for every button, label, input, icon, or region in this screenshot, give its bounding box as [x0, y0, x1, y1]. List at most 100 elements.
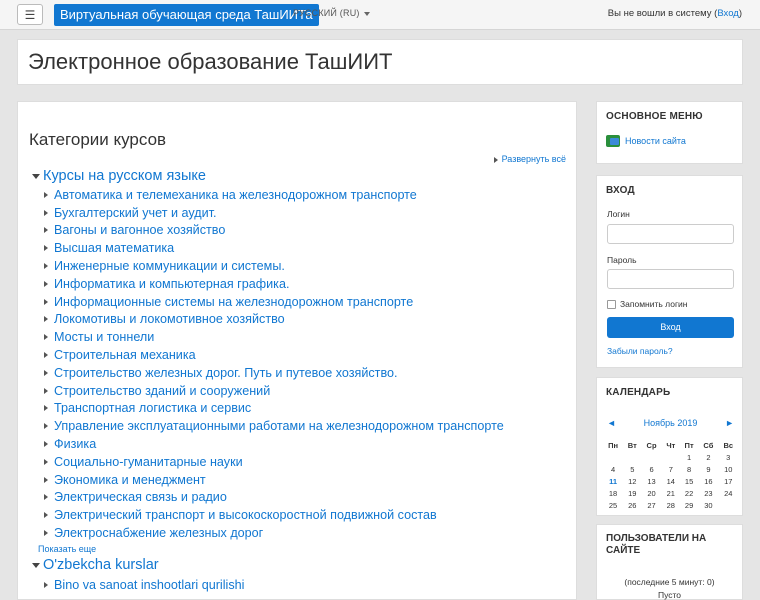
- calendar-day[interactable]: 26: [623, 499, 641, 511]
- triangle-right-icon: [44, 387, 48, 394]
- triangle-down-icon: [32, 173, 40, 179]
- course-link[interactable]: Строительная механика: [54, 348, 196, 362]
- course-link[interactable]: Информатика и компьютерная графика.: [54, 277, 289, 291]
- login-link[interactable]: Вход: [717, 8, 739, 19]
- course-item[interactable]: Социально-гуманитарные науки: [40, 453, 504, 471]
- course-link[interactable]: Инженерные коммуникации и системы.: [54, 259, 285, 273]
- course-item[interactable]: Электрическая связь и радио: [40, 489, 504, 507]
- calendar-day[interactable]: 18: [603, 487, 623, 499]
- course-link[interactable]: Локомотивы и локомотивное хозяйство: [54, 312, 285, 326]
- calendar-day[interactable]: 22: [680, 487, 698, 499]
- calendar-day[interactable]: 20: [641, 487, 661, 499]
- course-item[interactable]: Автоматика и телемеханика на железнодоро…: [40, 186, 504, 204]
- calendar-day[interactable]: 21: [662, 487, 680, 499]
- calendar-day[interactable]: 16: [698, 476, 718, 488]
- calendar-day[interactable]: 28: [662, 499, 680, 511]
- course-link[interactable]: Физика: [54, 437, 96, 451]
- next-month-icon[interactable]: ►: [725, 418, 734, 428]
- course-item[interactable]: Строительная механика: [40, 346, 504, 364]
- course-link[interactable]: Бухгалтерский учет и аудит.: [54, 206, 217, 220]
- course-link[interactable]: Вагоны и вагонное хозяйство: [54, 223, 225, 237]
- site-name-link[interactable]: Виртуальная обучающая среда ТашИИТа: [54, 4, 319, 26]
- calendar-day[interactable]: 4: [603, 464, 623, 476]
- course-item[interactable]: Инженерные коммуникации и системы.: [40, 257, 504, 275]
- password-label: Пароль: [607, 255, 637, 265]
- calendar-day[interactable]: 23: [698, 487, 718, 499]
- calendar-day[interactable]: 5: [623, 464, 641, 476]
- calendar-day[interactable]: 30: [698, 499, 718, 511]
- calendar-day[interactable]: 9: [698, 464, 718, 476]
- remember-checkbox[interactable]: [607, 299, 616, 309]
- weekday-header: Пт: [684, 441, 694, 450]
- category-uzbek[interactable]: O'zbekcha kurslar: [32, 557, 159, 573]
- calendar-day: [623, 452, 641, 464]
- course-item[interactable]: Информационные системы на железнодорожно…: [40, 293, 504, 311]
- course-item[interactable]: Строительство железных дорог. Путь и пут…: [40, 364, 504, 382]
- course-item[interactable]: Электрический транспорт и высокоскоростн…: [40, 506, 504, 524]
- course-item[interactable]: Мосты и тоннели: [40, 328, 504, 346]
- course-link[interactable]: Строительство зданий и сооружений: [54, 384, 270, 398]
- login-button[interactable]: Вход: [607, 317, 734, 338]
- course-item[interactable]: Управление эксплуатационными работами на…: [40, 417, 504, 435]
- calendar-table: Пн Вт Ср Чт Пт Сб Вс 1 2 3 4 5 6 7 8 9 10 11 12 13 14 15 16 17…: [603, 439, 738, 511]
- calendar-day[interactable]: 1: [680, 452, 698, 464]
- course-link[interactable]: Транспортная логистика и сервис: [54, 401, 251, 415]
- course-item[interactable]: Строительство зданий и сооружений: [40, 382, 504, 400]
- calendar-day: [603, 452, 623, 464]
- course-link[interactable]: Автоматика и телемеханика на железнодоро…: [54, 188, 417, 202]
- course-link[interactable]: Социально-гуманитарные науки: [54, 455, 243, 469]
- remember-username[interactable]: Запомнить логин: [607, 299, 688, 309]
- calendar-day[interactable]: 24: [719, 487, 739, 499]
- calendar-day[interactable]: 19: [623, 487, 641, 499]
- course-link[interactable]: Электрический транспорт и высокоскоростн…: [54, 508, 437, 522]
- course-item[interactable]: Локомотивы и локомотивное хозяйство: [40, 311, 504, 329]
- course-link[interactable]: Экономика и менеджмент: [54, 473, 206, 487]
- course-item[interactable]: Транспортная логистика и сервис: [40, 400, 504, 418]
- calendar-day[interactable]: 6: [641, 464, 661, 476]
- calendar-day[interactable]: 3: [719, 452, 739, 464]
- show-more-link[interactable]: Показать еще: [38, 544, 96, 554]
- language-menu[interactable]: РУССКИЙ (RU): [293, 8, 370, 18]
- calendar-day[interactable]: 14: [662, 476, 680, 488]
- calendar-month[interactable]: Ноябрь 2019: [607, 418, 734, 428]
- course-link[interactable]: Электроснабжение железных дорог: [54, 526, 263, 540]
- category-russian[interactable]: Курсы на русском языке: [32, 168, 206, 184]
- course-link[interactable]: Строительство железных дорог. Путь и пут…: [54, 366, 398, 380]
- calendar-day[interactable]: 13: [641, 476, 661, 488]
- course-item[interactable]: Высшая математика: [40, 239, 504, 257]
- course-link[interactable]: Управление эксплуатационными работами на…: [54, 419, 504, 433]
- calendar-day[interactable]: 10: [719, 464, 739, 476]
- course-item[interactable]: Экономика и менеджмент: [40, 471, 504, 489]
- course-item[interactable]: Вагоны и вагонное хозяйство: [40, 222, 504, 240]
- calendar-day[interactable]: 25: [603, 499, 623, 511]
- course-item[interactable]: Физика: [40, 435, 504, 453]
- password-field[interactable]: [607, 269, 734, 289]
- course-item[interactable]: Информатика и компьютерная графика.: [40, 275, 504, 293]
- course-link[interactable]: Мосты и тоннели: [54, 330, 154, 344]
- calendar-day[interactable]: 12: [623, 476, 641, 488]
- triangle-right-icon: [44, 530, 48, 537]
- site-news-link[interactable]: Новости сайта: [606, 135, 686, 147]
- expand-all-link[interactable]: Развернуть всё: [493, 154, 566, 164]
- course-link[interactable]: Высшая математика: [54, 241, 174, 255]
- course-item[interactable]: Бухгалтерский учет и аудит.: [40, 204, 504, 222]
- hamburger-menu-button[interactable]: ☰: [17, 4, 43, 25]
- course-item[interactable]: Электроснабжение железных дорог: [40, 524, 504, 542]
- course-link[interactable]: Bino va sanoat inshootlari qurilishi: [54, 578, 244, 592]
- calendar-day[interactable]: 17: [719, 476, 739, 488]
- triangle-right-icon: [44, 494, 48, 501]
- calendar-day[interactable]: 29: [680, 499, 698, 511]
- course-categories-region: Категории курсов Развернуть всё Курсы на…: [17, 101, 577, 600]
- course-link[interactable]: Электрическая связь и радио: [54, 490, 227, 504]
- forgot-password-link[interactable]: Забыли пароль?: [607, 346, 673, 356]
- calendar-day[interactable]: 27: [641, 499, 661, 511]
- calendar-day[interactable]: 15: [680, 476, 698, 488]
- username-field[interactable]: [607, 224, 734, 244]
- course-item[interactable]: Bino va sanoat inshootlari qurilishi: [40, 576, 244, 594]
- calendar-day[interactable]: 11: [603, 476, 623, 488]
- course-link[interactable]: Информационные системы на железнодорожно…: [54, 295, 413, 309]
- triangle-right-icon: [44, 352, 48, 359]
- calendar-day[interactable]: 7: [662, 464, 680, 476]
- calendar-day[interactable]: 8: [680, 464, 698, 476]
- calendar-day[interactable]: 2: [698, 452, 718, 464]
